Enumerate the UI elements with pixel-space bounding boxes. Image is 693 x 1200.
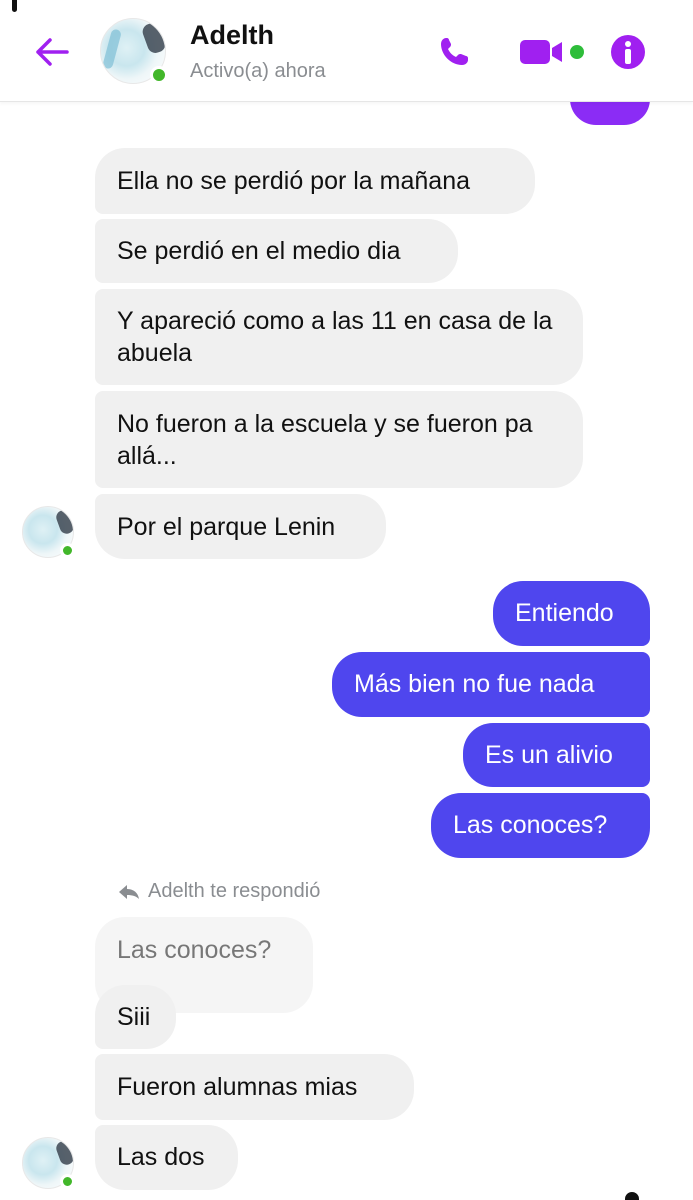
online-indicator: [60, 1174, 75, 1189]
voice-call-button[interactable]: [432, 30, 476, 74]
video-camera-icon: [520, 40, 584, 64]
contact-status: Activo(a) ahora: [190, 60, 326, 82]
incoming-message[interactable]: Por el parque Lenin: [95, 494, 386, 559]
chat-header: Adelth Activo(a) ahora: [0, 0, 693, 102]
message-text: Las dos: [117, 1143, 205, 1171]
message-text: Las conoces?: [453, 811, 608, 839]
outgoing-message[interactable]: Las conoces?: [431, 793, 650, 858]
incoming-message[interactable]: Siii: [95, 985, 176, 1049]
sender-avatar[interactable]: [22, 1137, 75, 1189]
status-bar-fragment: [12, 0, 17, 12]
message-text: Es un alivio: [485, 741, 613, 769]
incoming-message[interactable]: Las dos: [95, 1125, 238, 1190]
phone-icon: [441, 38, 468, 65]
outgoing-message[interactable]: Entiendo: [493, 581, 650, 646]
incoming-message[interactable]: Fueron alumnas mias: [95, 1054, 414, 1120]
quoted-text: Las conoces?: [117, 936, 272, 964]
online-indicator: [150, 66, 168, 84]
reply-label-text: Adelth te respondió: [148, 880, 321, 902]
message-text: No fueron a la escuela y se fueron pa al…: [117, 410, 533, 470]
outgoing-message[interactable]: Más bien no fue nada: [332, 652, 650, 717]
video-call-button[interactable]: [518, 30, 588, 74]
seen-indicator-fragment: [625, 1192, 639, 1200]
incoming-message[interactable]: Ella no se perdió por la mañana: [95, 148, 535, 214]
sender-avatar[interactable]: [22, 506, 75, 558]
outgoing-message[interactable]: Es un alivio: [463, 723, 650, 787]
contact-avatar[interactable]: [100, 18, 168, 84]
back-arrow-icon: [36, 38, 69, 66]
message-text: Entiendo: [515, 599, 614, 627]
reply-indicator: Adelth te respondió: [118, 880, 320, 903]
message-text: Y apareció como a las 11 en casa de la a…: [117, 307, 553, 367]
incoming-message[interactable]: No fueron a la escuela y se fueron pa al…: [95, 391, 583, 488]
incoming-message[interactable]: Se perdió en el medio dia: [95, 219, 458, 283]
message-text: Se perdió en el medio dia: [117, 237, 401, 265]
incoming-message[interactable]: Y apareció como a las 11 en casa de la a…: [95, 289, 583, 385]
message-text: Fueron alumnas mias: [117, 1073, 358, 1101]
info-icon: [611, 35, 645, 69]
message-text: Más bien no fue nada: [354, 670, 595, 698]
contact-name[interactable]: Adelth: [190, 20, 274, 51]
message-text: Siii: [117, 1003, 151, 1031]
message-text: Por el parque Lenin: [117, 513, 336, 541]
message-text: Ella no se perdió por la mañana: [117, 167, 471, 195]
info-button[interactable]: [606, 30, 650, 74]
back-button[interactable]: [30, 30, 74, 74]
online-indicator: [60, 543, 75, 558]
reply-arrow-icon: [119, 884, 139, 899]
